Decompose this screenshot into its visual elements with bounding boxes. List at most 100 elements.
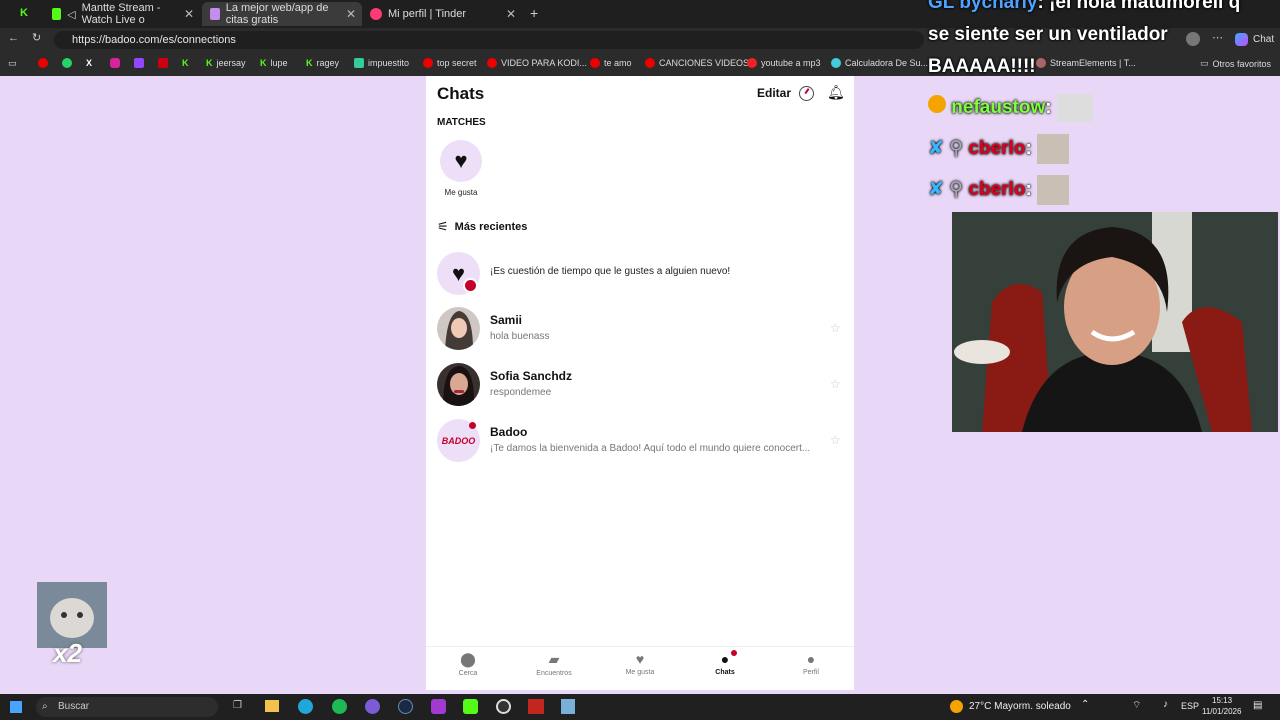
nav-perfil[interactable]: ● Perfil <box>771 651 851 676</box>
kick-icon[interactable]: K <box>20 7 28 19</box>
conversation-row[interactable]: Sofia Sanchdz respondemee ☆ <box>426 363 854 411</box>
sheet-icon <box>354 58 364 68</box>
edge-icon[interactable] <box>298 699 313 714</box>
chat-message: GL bycharly: ¡el hola matumorell q <box>928 0 1240 14</box>
bookmark-lupe[interactable]: Klupe <box>260 58 288 68</box>
notification-dot-icon <box>463 278 478 293</box>
close-icon[interactable]: ✕ <box>346 7 356 21</box>
nav-me-gusta[interactable]: ♥ Me gusta <box>600 651 680 676</box>
badoo-logo: BADOO <box>441 435 476 446</box>
task-view-icon[interactable]: ❐ <box>233 700 242 711</box>
badoo-icon <box>210 8 220 20</box>
kick-bookmark-icon[interactable]: K <box>182 58 189 68</box>
gift-badge-icon <box>928 95 946 114</box>
bookmark-label: jeersay <box>216 58 246 68</box>
nav-encuentros[interactable]: ▰ Encuentros <box>514 651 594 677</box>
contact-name: Sofia Sanchdz <box>490 369 573 383</box>
discord-icon[interactable] <box>365 699 380 714</box>
last-message: ¡Te damos la bienvenida a Badoo! Aquí to… <box>490 443 811 454</box>
url-field[interactable]: https://badoo.com/es/connections <box>54 31 924 49</box>
badoo-avatar: BADOO <box>437 419 480 462</box>
conversation-row[interactable]: Samii hola buenass ☆ <box>426 307 854 355</box>
kick-app-icon[interactable] <box>463 699 478 714</box>
cards-icon: ▰ <box>548 651 560 667</box>
location-icon: ⬤ <box>460 651 476 667</box>
cat-emote-icon <box>1037 175 1070 205</box>
twitch-icon[interactable] <box>134 58 144 68</box>
close-icon[interactable]: ✕ <box>184 7 194 21</box>
notifications-icon[interactable]: ▤ <box>1253 700 1262 711</box>
tab-tinder[interactable]: Mi perfil | Tinder ✕ <box>362 2 522 26</box>
bottom-nav: ⬤ Cerca ▰ Encuentros ♥ Me gusta ● Chats … <box>426 646 854 690</box>
conversation-row[interactable]: BADOO Badoo ¡Te damos la bienvenida a Ba… <box>426 419 854 467</box>
tab-badoo[interactable]: La mejor web/app de citas gratis ✕ <box>202 2 362 26</box>
steam-icon[interactable] <box>398 699 413 714</box>
likes-match-button[interactable]: ♥ <box>440 140 482 182</box>
instagram-icon[interactable] <box>110 58 120 68</box>
whatsapp-icon[interactable] <box>62 58 72 68</box>
nav-label: Cerca <box>458 670 478 677</box>
youtube-icon <box>590 58 600 68</box>
nav-label: Encuentros <box>536 670 572 677</box>
weather-text[interactable]: 27°C Mayorm. soleado <box>969 701 1071 712</box>
volume-icon[interactable]: ♪ <box>1163 699 1168 710</box>
nav-chats[interactable]: ● Chats <box>685 650 765 676</box>
promo-row[interactable]: ♥ ¡Es cuestión de tiempo que le gustes a… <box>426 252 854 300</box>
webcam-feed <box>952 212 1278 432</box>
bookmark-calculadora[interactable]: Calculadora De Su... <box>831 58 928 68</box>
youtube-icon <box>487 58 497 68</box>
bookmark-red-icon[interactable] <box>158 58 168 68</box>
bookmark-canciones[interactable]: CANCIONES VIDEOS <box>645 58 749 68</box>
clock-date[interactable]: 11/01/2026 <box>1202 707 1241 716</box>
back-icon[interactable]: ← <box>8 32 19 44</box>
bookmark-label: ragey <box>316 58 340 68</box>
bookmark-te-amo[interactable]: te amo <box>590 58 632 68</box>
speed-gauge-icon[interactable] <box>799 86 814 101</box>
obs-icon[interactable] <box>496 699 511 714</box>
mute-icon[interactable]: ◁ <box>67 8 75 21</box>
star-icon[interactable]: ☆ <box>830 433 841 447</box>
clock-time[interactable]: 15:13 <box>1212 696 1232 705</box>
star-icon[interactable]: ☆ <box>830 321 841 335</box>
app-icon[interactable] <box>528 699 544 714</box>
windows-start-icon[interactable] <box>10 701 22 713</box>
chat-username: cberlo <box>968 138 1026 160</box>
contact-name: Samii <box>490 313 523 327</box>
bookmark-top-secret[interactable]: top secret <box>423 58 477 68</box>
app-icon[interactable] <box>561 699 575 714</box>
close-icon[interactable]: ✕ <box>506 7 516 21</box>
nav-cerca[interactable]: ⬤ Cerca <box>428 651 508 677</box>
bookmark-video-kodi[interactable]: VIDEO PARA KODI... <box>487 58 587 68</box>
edit-button[interactable]: Editar <box>757 86 791 100</box>
bookmark-label: Calculadora De Su... <box>845 58 929 68</box>
star-icon[interactable]: ☆ <box>830 377 841 391</box>
link-badge-icon: ⚲ <box>949 138 964 160</box>
app-icon[interactable] <box>431 699 446 714</box>
file-explorer-icon[interactable] <box>265 700 279 712</box>
reload-icon[interactable]: ↻ <box>32 31 41 44</box>
new-tab-icon[interactable]: + <box>530 5 538 21</box>
chat-username: cberlo <box>968 179 1026 201</box>
promo-avatar: ♥ <box>437 252 480 295</box>
youtube-icon[interactable] <box>38 58 48 68</box>
network-icon[interactable]: ⌔ <box>1132 699 1141 712</box>
spotify-icon[interactable] <box>332 699 347 714</box>
bookmark-label: te amo <box>604 58 632 68</box>
bookmark-yt-mp3[interactable]: youtube a mp3 <box>747 58 821 68</box>
heart-icon: ♥ <box>454 148 468 173</box>
bookmark-ragey[interactable]: Kragey <box>306 58 339 68</box>
nav-label: Chats <box>715 669 735 676</box>
taskbar-search[interactable]: ⌕ Buscar <box>36 697 218 717</box>
bell-icon[interactable]: 🔔︎ <box>827 84 845 101</box>
nav-label: Perfil <box>803 669 819 676</box>
tray-chevron-icon[interactable]: ⌃ <box>1081 699 1089 710</box>
contact-name: Badoo <box>490 425 528 439</box>
recent-filter[interactable]: ⚟ Más recientes <box>437 219 527 235</box>
bookmark-jeersay[interactable]: Kjeersay <box>206 58 246 68</box>
language-indicator[interactable]: ESP <box>1181 701 1199 711</box>
tab-mantte-stream[interactable]: ◁ Mantte Stream - Watch Live o ✕ <box>44 2 200 26</box>
sidebar-icon[interactable]: ▭ <box>8 58 17 69</box>
x-icon[interactable]: X <box>86 58 92 68</box>
bookmark-impuestito[interactable]: impuestito <box>354 58 409 68</box>
sword-badge-icon: ✘ <box>928 179 944 201</box>
